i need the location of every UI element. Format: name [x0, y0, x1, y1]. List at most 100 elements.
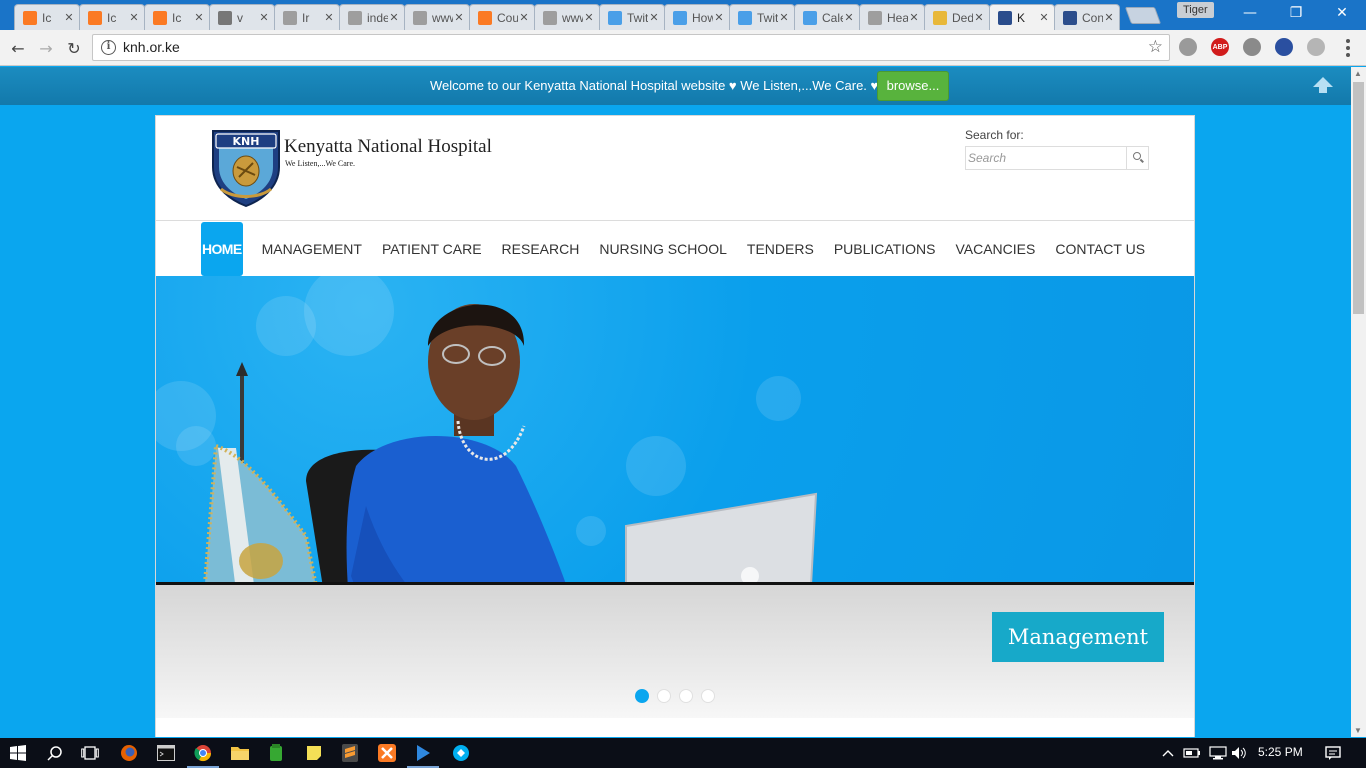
slide-caption-button[interactable]: Management — [992, 612, 1164, 662]
bookmark-star-icon[interactable]: ☆ — [1148, 37, 1163, 57]
tab-close-icon[interactable]: ✕ — [63, 11, 75, 24]
scrollbar-thumb[interactable] — [1353, 82, 1364, 314]
reload-button[interactable]: ↻ — [62, 36, 86, 60]
site-info-icon[interactable]: i — [101, 40, 116, 55]
slider-dot[interactable] — [701, 689, 715, 703]
scroll-to-top-icon[interactable] — [1313, 77, 1333, 93]
search-input[interactable] — [966, 147, 1126, 169]
browser-tab[interactable]: Cont✕ — [1054, 4, 1120, 30]
slider-dot[interactable] — [635, 689, 649, 703]
profile-button[interactable]: Tiger — [1177, 2, 1214, 18]
nav-item-publications[interactable]: PUBLICATIONS — [824, 222, 946, 276]
browser-tab[interactable]: How✕ — [664, 4, 730, 30]
tab-close-icon[interactable]: ✕ — [583, 11, 595, 24]
media-player-icon[interactable] — [407, 741, 439, 768]
firefox-icon[interactable] — [117, 741, 141, 765]
site-title[interactable]: Kenyatta National Hospital — [284, 136, 492, 158]
slider-dot[interactable] — [679, 689, 693, 703]
eye-extension-icon[interactable] — [1179, 38, 1197, 56]
windows-start-icon[interactable] — [6, 741, 30, 765]
chrome-icon[interactable] — [187, 741, 219, 768]
nav-item-vacancies[interactable]: VACANCIES — [945, 222, 1045, 276]
nav-item-contact-us[interactable]: CONTACT US — [1045, 222, 1155, 276]
nav-item-tenders[interactable]: TENDERS — [737, 222, 824, 276]
tab-close-icon[interactable]: ✕ — [843, 11, 855, 24]
browser-tab[interactable]: inde ✕ — [339, 4, 405, 30]
url-text[interactable]: knh.or.ke — [123, 39, 180, 55]
browser-tab[interactable]: Twitt✕ — [729, 4, 795, 30]
volume-icon[interactable] — [1227, 741, 1251, 765]
search-label: Search for: — [965, 128, 1024, 142]
tab-title: K — [1017, 10, 1026, 25]
page-scrollbar[interactable]: ▲ ▼ — [1351, 67, 1366, 737]
browser-tab[interactable]: Calel✕ — [794, 4, 860, 30]
skype-icon[interactable] — [449, 741, 473, 765]
tab-close-icon[interactable]: ✕ — [1038, 11, 1050, 24]
task-view-icon[interactable] — [78, 741, 102, 765]
pdf-extension-icon[interactable] — [1307, 38, 1325, 56]
knh-icon — [998, 10, 1012, 25]
browser-tab-strip: Ic✕Ic✕Ic✕v✕Ir✕inde✕www✕Cour✕www✕Twitt✕Ho… — [0, 0, 1366, 30]
browser-tab[interactable]: www✕ — [534, 4, 600, 30]
browser-tab[interactable]: www✕ — [404, 4, 470, 30]
minimize-button[interactable]: — — [1227, 0, 1273, 26]
browse-button[interactable]: browse... — [877, 71, 949, 101]
new-tab-button[interactable] — [1124, 7, 1162, 24]
tab-close-icon[interactable]: ✕ — [713, 11, 725, 24]
forward-button[interactable]: → — [34, 36, 58, 60]
tab-close-icon[interactable]: ✕ — [1103, 11, 1115, 24]
address-bar[interactable]: i knh.or.ke ☆ — [92, 34, 1170, 61]
browser-tab[interactable]: Ic ✕ — [14, 4, 80, 30]
tab-close-icon[interactable]: ✕ — [518, 11, 530, 24]
sticky-notes-icon[interactable] — [302, 741, 326, 765]
tab-close-icon[interactable]: ✕ — [778, 11, 790, 24]
cmd-icon[interactable] — [154, 741, 178, 765]
search-icon[interactable] — [43, 741, 67, 765]
adblock-icon[interactable]: ABP — [1211, 38, 1229, 56]
xampp-icon[interactable] — [375, 741, 399, 765]
search-button[interactable] — [1126, 147, 1148, 169]
globe-extension-icon[interactable] — [1275, 38, 1293, 56]
nav-item-management[interactable]: MANAGEMENT — [252, 222, 372, 276]
clock-time[interactable]: 5:25 PM — [1258, 745, 1303, 759]
browser-tab[interactable]: v ✕ — [209, 4, 275, 30]
tab-close-icon[interactable]: ✕ — [648, 11, 660, 24]
slider-dot[interactable] — [657, 689, 671, 703]
browser-tab[interactable]: Ir ✕ — [274, 4, 340, 30]
browser-tab[interactable]: Heal✕ — [859, 4, 925, 30]
battery-icon[interactable] — [1180, 741, 1204, 765]
tab-close-icon[interactable]: ✕ — [388, 11, 400, 24]
hero-slider: Management — [156, 276, 1194, 718]
tab-close-icon[interactable]: ✕ — [258, 11, 270, 24]
chevron-up-icon[interactable] — [1156, 741, 1180, 765]
nav-item-patient-care[interactable]: PATIENT CARE — [372, 222, 492, 276]
scroll-down-icon[interactable]: ▼ — [1354, 726, 1362, 735]
browser-menu-icon[interactable] — [1340, 37, 1356, 59]
browser-tab[interactable]: Cour✕ — [469, 4, 535, 30]
browser-tab[interactable]: K ✕ — [989, 4, 1055, 30]
nav-item-home[interactable]: HOME — [201, 222, 243, 276]
cloud-extension-icon[interactable] — [1243, 38, 1261, 56]
file-explorer-icon[interactable] — [228, 741, 252, 765]
browser-tab[interactable]: Dedi✕ — [924, 4, 990, 30]
nav-item-nursing-school[interactable]: NURSING SCHOOL — [589, 222, 737, 276]
close-window-button[interactable]: ✕ — [1319, 0, 1365, 26]
knh-logo-crest[interactable]: KNH — [207, 127, 285, 207]
tab-close-icon[interactable]: ✕ — [323, 11, 335, 24]
browser-toolbar: ← → ↻ i knh.or.ke ☆ ABP — [0, 30, 1366, 66]
browser-tab[interactable]: Twitt✕ — [599, 4, 665, 30]
tab-close-icon[interactable]: ✕ — [193, 11, 205, 24]
back-button[interactable]: ← — [6, 36, 30, 60]
nav-item-research[interactable]: RESEARCH — [492, 222, 590, 276]
green-app-icon[interactable] — [264, 741, 288, 765]
tab-close-icon[interactable]: ✕ — [128, 11, 140, 24]
tab-close-icon[interactable]: ✕ — [453, 11, 465, 24]
tab-close-icon[interactable]: ✕ — [973, 11, 985, 24]
browser-tab[interactable]: Ic ✕ — [79, 4, 145, 30]
browser-tab[interactable]: Ic ✕ — [144, 4, 210, 30]
scroll-up-icon[interactable]: ▲ — [1354, 69, 1362, 78]
notifications-icon[interactable] — [1321, 741, 1345, 765]
sublime-icon[interactable] — [338, 741, 362, 765]
tab-close-icon[interactable]: ✕ — [908, 11, 920, 24]
restore-button[interactable]: ❐ — [1273, 0, 1319, 26]
